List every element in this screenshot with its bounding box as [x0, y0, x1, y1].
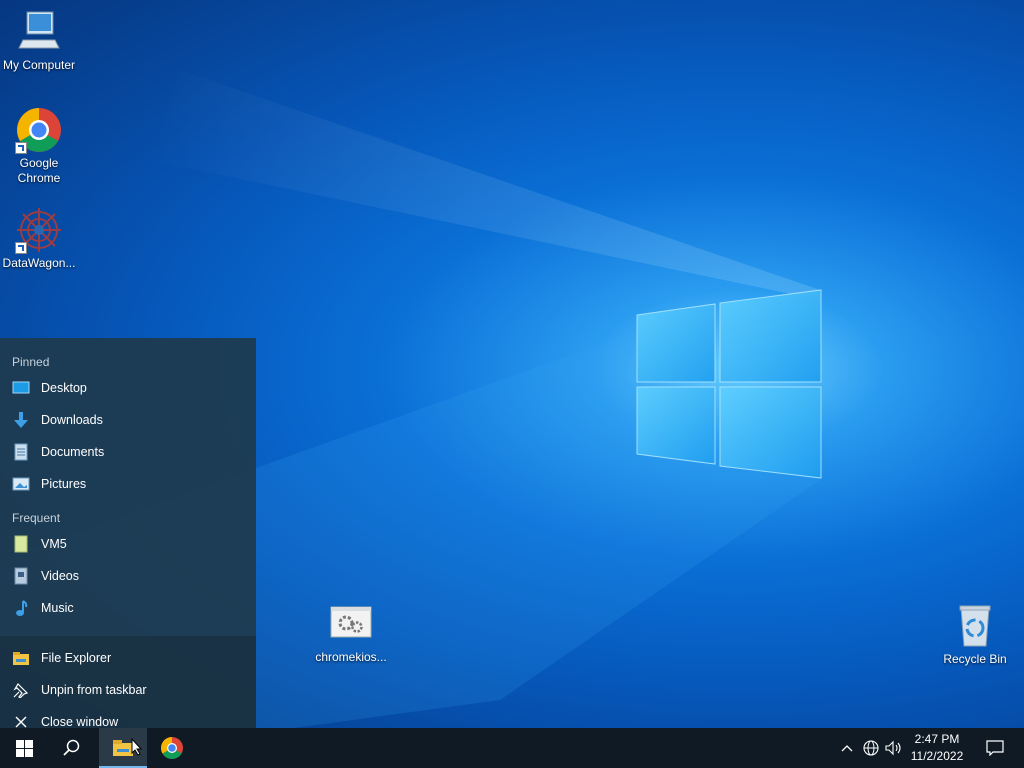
clock-time: 2:47 PM — [914, 732, 960, 746]
chrome-icon — [15, 106, 63, 154]
windows-start-icon — [15, 739, 33, 757]
jump-item-label: Downloads — [41, 413, 103, 427]
computer-icon — [15, 8, 63, 56]
taskbar: 2:47 PM 11/2/2022 — [0, 728, 1024, 768]
show-hidden-icons-button[interactable] — [836, 728, 858, 768]
desktop-icon-my-computer[interactable]: My Computer — [0, 8, 78, 73]
file-explorer-icon — [12, 649, 30, 667]
desktop-icon-label: My Computer — [2, 58, 76, 72]
jump-list-actions: File Explorer Unpin from taskbar Close w… — [0, 636, 256, 729]
jump-item-label: Videos — [41, 569, 79, 583]
desktop-icon-label: chromekios... — [315, 650, 387, 664]
jump-action-file-explorer[interactable]: File Explorer — [0, 642, 256, 674]
start-button[interactable] — [0, 728, 48, 768]
shortcut-arrow-icon — [15, 242, 27, 254]
volume-button[interactable] — [883, 728, 905, 768]
download-arrow-icon — [12, 411, 30, 429]
notification-icon — [986, 740, 1004, 756]
jump-item-label: Desktop — [41, 381, 87, 395]
clock[interactable]: 2:47 PM 11/2/2022 — [906, 731, 968, 765]
videos-icon — [12, 567, 30, 585]
chrome-icon — [161, 737, 183, 759]
shortcut-arrow-icon — [15, 142, 27, 154]
network-globe-icon — [863, 740, 879, 756]
jump-item-pictures[interactable]: Pictures — [0, 468, 256, 500]
search-button[interactable] — [48, 728, 96, 768]
jump-item-documents[interactable]: Documents — [0, 436, 256, 468]
clock-date: 11/2/2022 — [910, 749, 964, 763]
desktop-folder-icon — [12, 379, 30, 397]
jump-item-label: Pictures — [41, 477, 87, 491]
taskbar-jump-list: Pinned Desktop Downloads Documents Pictu… — [0, 338, 256, 729]
document-icon — [12, 443, 30, 461]
jump-item-label: Unpin from taskbar — [41, 683, 147, 697]
jump-action-unpin[interactable]: Unpin from taskbar — [0, 674, 256, 706]
desktop-icon-recycle-bin[interactable]: Recycle Bin — [936, 602, 1014, 667]
datawagon-icon — [15, 206, 63, 254]
jump-item-videos[interactable]: Videos — [0, 560, 256, 592]
taskbar-file-explorer[interactable] — [99, 728, 147, 768]
search-icon — [63, 739, 80, 756]
action-center-button[interactable] — [978, 728, 1012, 768]
speaker-icon — [885, 740, 901, 756]
desktop-icon-google-chrome[interactable]: Google Chrome — [0, 106, 78, 186]
jump-item-vm5[interactable]: VM5 — [0, 528, 256, 560]
settings-file-icon — [327, 604, 375, 644]
jump-item-desktop[interactable]: Desktop — [0, 372, 256, 404]
desktop-icon-datawagon[interactable]: DataWagon... — [0, 206, 78, 271]
taskbar-chrome[interactable] — [148, 728, 196, 768]
frequent-header: Frequent — [12, 511, 61, 525]
desktop-icon-label: DataWagon... — [2, 256, 76, 270]
windows-logo — [636, 289, 822, 479]
jump-item-music[interactable]: Music — [0, 592, 256, 624]
pictures-icon — [12, 475, 30, 493]
folder-icon — [12, 535, 30, 553]
desktop-icon-label: Recycle Bin — [943, 652, 1007, 666]
jump-item-label: Close window — [41, 715, 119, 729]
jump-item-downloads[interactable]: Downloads — [0, 404, 256, 436]
network-button[interactable] — [860, 728, 882, 768]
pinned-header: Pinned — [12, 355, 50, 369]
jump-item-label: File Explorer — [41, 651, 112, 665]
music-note-icon — [12, 599, 30, 617]
jump-item-label: Music — [41, 601, 74, 615]
desktop-icon-chromekiosk[interactable]: chromekios... — [312, 604, 390, 665]
unpin-icon — [12, 681, 30, 699]
mouse-cursor-icon — [131, 738, 143, 756]
recycle-bin-icon — [951, 602, 999, 650]
chevron-up-icon — [841, 745, 853, 752]
desktop-icon-label: Google Chrome — [17, 156, 61, 185]
jump-item-label: VM5 — [41, 537, 67, 551]
jump-item-label: Documents — [41, 445, 105, 459]
